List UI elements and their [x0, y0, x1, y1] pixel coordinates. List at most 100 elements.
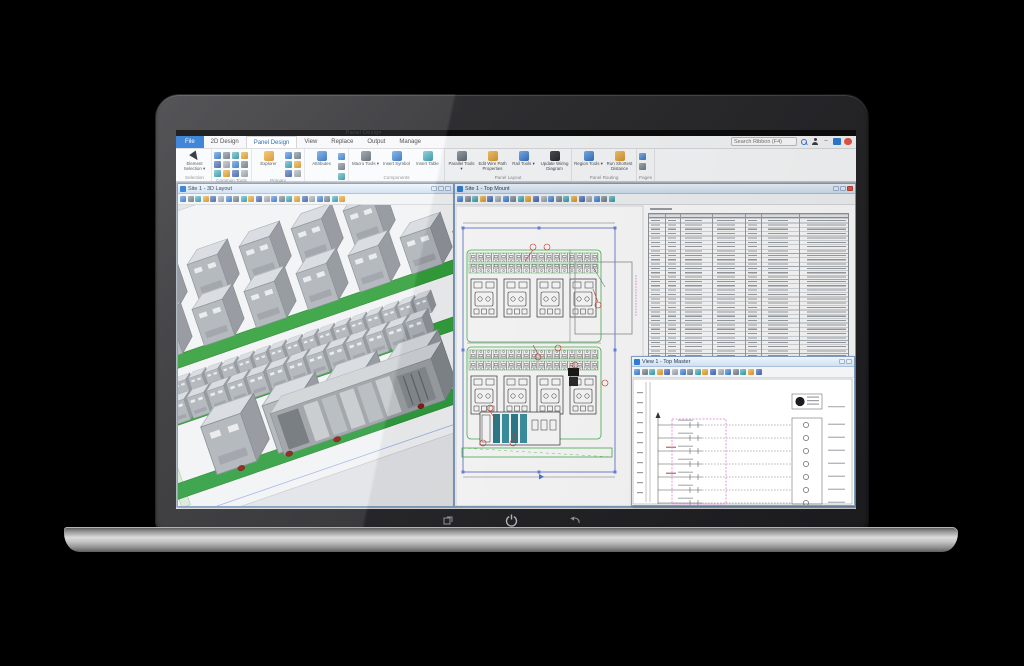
search-icon[interactable] — [800, 138, 808, 146]
tab-view[interactable]: View — [297, 136, 324, 148]
tab-panel-design[interactable]: Panel Design — [246, 136, 298, 148]
offset-icon[interactable] — [232, 161, 239, 168]
select-icon[interactable] — [210, 196, 216, 202]
regen-icon[interactable] — [279, 196, 285, 202]
dimension-icon[interactable] — [594, 196, 600, 202]
view-menu-icon[interactable] — [180, 196, 186, 202]
element-selection-button[interactable]: Element Selection ▾ — [180, 150, 209, 172]
redraw-icon[interactable] — [702, 369, 708, 375]
maximize-icon[interactable] — [840, 186, 846, 192]
macro-tools-button[interactable]: Macro Tools ▾ — [351, 150, 380, 167]
settings-icon[interactable] — [756, 369, 762, 375]
paste-icon[interactable] — [556, 196, 562, 202]
zoom-out-icon[interactable] — [680, 369, 686, 375]
close-icon[interactable] — [445, 186, 451, 192]
window-3d-titlebar[interactable]: Site 1 - 3D Layout — [178, 184, 453, 194]
grid-icon[interactable] — [571, 196, 577, 202]
maximize-icon[interactable] — [839, 359, 845, 365]
mirror-icon[interactable] — [241, 152, 248, 159]
tab-output[interactable]: Output — [360, 136, 392, 148]
zoom-out-icon[interactable] — [503, 196, 509, 202]
edit-wire-path-button[interactable]: Edit Wire Path Properties — [478, 150, 507, 172]
select-icon[interactable] — [480, 196, 486, 202]
close-button[interactable] — [844, 138, 852, 145]
settings-icon[interactable] — [339, 196, 345, 202]
properties-icon[interactable] — [294, 196, 300, 202]
snap-icon[interactable] — [317, 196, 323, 202]
insert-block-icon[interactable] — [294, 152, 301, 159]
insert-image-icon[interactable] — [285, 152, 292, 159]
view-menu-icon[interactable] — [634, 369, 640, 375]
previous-view-icon[interactable] — [188, 196, 194, 202]
zoom-in-icon[interactable] — [672, 369, 678, 375]
copy-icon[interactable] — [286, 196, 292, 202]
zoom-fit-icon[interactable] — [510, 196, 516, 202]
search-input[interactable] — [731, 137, 797, 146]
fillet-icon[interactable] — [214, 170, 221, 177]
user-icon[interactable] — [811, 138, 819, 146]
pan-icon[interactable] — [695, 369, 701, 375]
viewport-3d[interactable] — [178, 205, 453, 506]
pan-icon[interactable] — [518, 196, 524, 202]
pan-icon[interactable] — [248, 196, 254, 202]
run-shortest-distance-button[interactable]: Run Shortest Distance — [605, 150, 634, 172]
next-view-icon[interactable] — [195, 196, 201, 202]
window-layout-titlebar[interactable]: Site 1 - Top Mount — [455, 184, 855, 194]
insert-table-button[interactable]: Insert Table — [413, 150, 442, 167]
maximize-icon[interactable] — [438, 186, 444, 192]
attributes-button[interactable]: Attributes — [307, 150, 336, 167]
minimize-icon[interactable] — [833, 186, 839, 192]
select-icon[interactable] — [657, 369, 663, 375]
snap-icon[interactable] — [579, 196, 585, 202]
tab-replace[interactable]: Replace — [324, 136, 360, 148]
measure-icon[interactable] — [264, 196, 270, 202]
attribute-edit-icon[interactable] — [338, 163, 345, 170]
measure-icon[interactable] — [710, 369, 716, 375]
minimize-button[interactable]: – — [822, 138, 830, 145]
zoom-fit-icon[interactable] — [687, 369, 693, 375]
text-icon[interactable] — [294, 161, 301, 168]
zoom-window-icon[interactable] — [487, 196, 493, 202]
region-tools-button[interactable]: Region Tools ▾ — [574, 150, 603, 167]
attribute-sync-icon[interactable] — [338, 173, 345, 180]
extend-icon[interactable] — [223, 161, 230, 168]
copy-icon[interactable] — [214, 152, 221, 159]
rotate-icon[interactable] — [232, 152, 239, 159]
power-icon[interactable] — [505, 514, 518, 527]
properties-icon[interactable] — [563, 196, 569, 202]
refresh-icon[interactable] — [748, 369, 754, 375]
window-schematic-titlebar[interactable]: View 1 - Top Master — [632, 357, 854, 367]
zoom-window-icon[interactable] — [664, 369, 670, 375]
trim-icon[interactable] — [214, 161, 221, 168]
zoom-fit-icon[interactable] — [241, 196, 247, 202]
zoom-out-icon[interactable] — [233, 196, 239, 202]
view-menu-icon[interactable] — [457, 196, 463, 202]
page-settings-icon[interactable] — [639, 153, 646, 160]
explorer-button[interactable]: Explorer — [254, 150, 283, 167]
layers-icon[interactable] — [271, 196, 277, 202]
snap-icon[interactable] — [740, 369, 746, 375]
leader-icon[interactable] — [285, 170, 292, 177]
measure-icon[interactable] — [533, 196, 539, 202]
parallel-tools-button[interactable]: Parallel Tools ▾ — [447, 150, 476, 172]
erase-icon[interactable] — [223, 170, 230, 177]
zoom-window-icon[interactable] — [218, 196, 224, 202]
previous-view-icon[interactable] — [642, 369, 648, 375]
print-icon[interactable] — [302, 196, 308, 202]
orbit-icon[interactable] — [256, 196, 262, 202]
close-icon[interactable] — [847, 186, 853, 192]
copy-icon[interactable] — [548, 196, 554, 202]
annotate-icon[interactable] — [586, 196, 592, 202]
array-icon[interactable] — [241, 161, 248, 168]
shade-mode-icon[interactable] — [332, 196, 338, 202]
next-view-icon[interactable] — [649, 369, 655, 375]
previous-view-icon[interactable] — [465, 196, 471, 202]
annotate-icon[interactable] — [324, 196, 330, 202]
maximize-button[interactable] — [833, 138, 841, 145]
tab-manage[interactable]: Manage — [392, 136, 428, 148]
match-properties-icon[interactable] — [241, 170, 248, 177]
tab-file[interactable]: File — [176, 136, 204, 148]
home-view-icon[interactable] — [203, 196, 209, 202]
grid-icon[interactable] — [733, 369, 739, 375]
redraw-icon[interactable] — [525, 196, 531, 202]
